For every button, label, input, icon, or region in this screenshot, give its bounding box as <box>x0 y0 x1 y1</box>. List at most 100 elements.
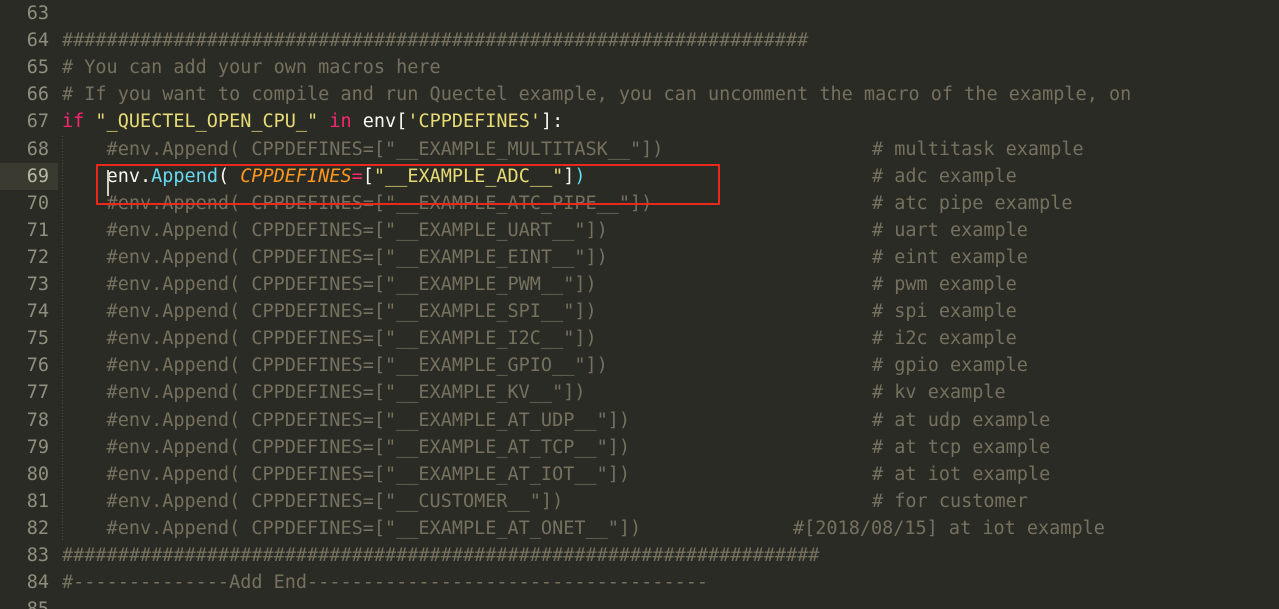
line-number: 82 <box>26 517 49 539</box>
code-token: "__EXAMPLE_ADC__" <box>373 165 564 187</box>
line-number: 78 <box>26 409 49 431</box>
code-editor[interactable]: 63 64 ####################################… <box>0 0 1279 609</box>
code-line[interactable]: 76 #env.Append( CPPDEFINES=["__EXAMPLE_G… <box>0 352 1279 380</box>
line-content[interactable]: ########################################… <box>62 27 808 54</box>
line-number: 69 <box>0 162 58 190</box>
code-line[interactable]: 71 #env.Append( CPPDEFINES=["__EXAMPLE_U… <box>0 216 1279 244</box>
line-content[interactable]: ########################################… <box>62 542 819 569</box>
code-token: #env.Append( CPPDEFINES=["__EXAMPLE_KV__… <box>62 382 586 404</box>
code-line[interactable]: 80 #env.Append( CPPDEFINES=["__EXAMPLE_A… <box>0 460 1279 488</box>
line-content[interactable]: if "_QUECTEL_OPEN_CPU_" in env['CPPDEFIN… <box>62 108 563 135</box>
line-content[interactable]: #env.Append( CPPDEFINES=["__CUSTOMER__"]… <box>62 488 564 515</box>
code-token: 'CPPDEFINES' <box>407 111 541 133</box>
text-caret <box>107 170 109 196</box>
line-content[interactable]: #--------------Add End------------------… <box>62 569 708 596</box>
code-token: "_QUECTEL_OPEN_CPU_" <box>95 111 319 133</box>
code-line[interactable]: 72 #env.Append( CPPDEFINES=["__EXAMPLE_E… <box>0 243 1279 271</box>
code-token: #env.Append( CPPDEFINES=["__EXAMPLE_GPIO… <box>62 355 608 377</box>
line-content[interactable]: #env.Append( CPPDEFINES=["__EXAMPLE_AT_T… <box>62 434 631 461</box>
line-number: 83 <box>26 545 49 566</box>
code-line[interactable]: 74 #env.Append( CPPDEFINES=["__EXAMPLE_S… <box>0 298 1279 326</box>
line-trailing-comment: # pwm example <box>872 274 1017 295</box>
code-token: ] <box>563 165 575 187</box>
code-line[interactable]: 63 <box>0 0 1279 27</box>
code-token: env[ <box>351 111 408 133</box>
line-content[interactable]: #env.Append( CPPDEFINES=["__EXAMPLE_KV__… <box>62 379 586 406</box>
line-trailing-comment: #[2018/08/15] at iot example <box>793 517 1105 539</box>
code-token: Append <box>151 165 218 187</box>
code-token: #env.Append( CPPDEFINES=["__EXAMPLE_ATC_… <box>62 192 653 214</box>
code-token: CPPDEFINES <box>240 165 352 187</box>
code-line[interactable]: 73 #env.Append( CPPDEFINES=["__EXAMPLE_P… <box>0 271 1279 299</box>
code-token: ) <box>574 165 586 187</box>
line-content[interactable]: #env.Append( CPPDEFINES=["__EXAMPLE_AT_I… <box>62 461 631 488</box>
code-token: #env.Append( CPPDEFINES=["__EXAMPLE_MULT… <box>62 138 664 160</box>
line-trailing-comment: # spi example <box>872 301 1017 323</box>
line-content[interactable]: #env.Append( CPPDEFINES=["__EXAMPLE_GPIO… <box>62 352 608 379</box>
line-content[interactable]: env.Append( CPPDEFINES=["__EXAMPLE_ADC__… <box>62 163 586 190</box>
line-content[interactable]: #env.Append( CPPDEFINES=["__EXAMPLE_AT_O… <box>62 515 642 542</box>
code-token: if <box>62 111 85 133</box>
code-line[interactable]: 85 <box>0 596 1279 609</box>
code-token: #env.Append( CPPDEFINES=["__EXAMPLE_UART… <box>62 219 608 241</box>
line-trailing-comment: # multitask example <box>872 138 1084 160</box>
line-trailing-comment: # kv example <box>872 382 1006 404</box>
line-content[interactable]: #env.Append( CPPDEFINES=["__EXAMPLE_SPI_… <box>62 298 597 325</box>
line-number: 66 <box>26 84 49 106</box>
line-content[interactable]: #env.Append( CPPDEFINES=["__EXAMPLE_MULT… <box>62 136 664 163</box>
code-line[interactable]: 79 #env.Append( CPPDEFINES=["__EXAMPLE_A… <box>0 433 1279 461</box>
code-line[interactable]: 68 #env.Append( CPPDEFINES=["__EXAMPLE_M… <box>0 135 1279 163</box>
line-trailing-comment: # eint example <box>872 246 1028 268</box>
line-trailing-comment: # at iot example <box>872 463 1051 485</box>
line-content[interactable]: #env.Append( CPPDEFINES=["__EXAMPLE_EINT… <box>62 244 608 271</box>
code-line[interactable]: 67 if "_QUECTEL_OPEN_CPU_" in env['CPPDEF… <box>0 108 1279 135</box>
line-content[interactable]: #env.Append( CPPDEFINES=["__EXAMPLE_PWM_… <box>62 271 597 298</box>
code-line[interactable]: 75 #env.Append( CPPDEFINES=["__EXAMPLE_I… <box>0 325 1279 353</box>
code-token: # You can add your own macros here <box>62 57 441 79</box>
code-line[interactable]: 83 ######################################… <box>0 542 1279 569</box>
line-number: 74 <box>26 301 49 323</box>
line-trailing-comment: # uart example <box>872 219 1028 241</box>
code-token: #env.Append( CPPDEFINES=["__EXAMPLE_I2C_… <box>62 328 597 350</box>
line-number: 63 <box>26 3 49 24</box>
line-number: 65 <box>26 57 49 79</box>
code-line[interactable]: 64 ######################################… <box>0 27 1279 54</box>
line-trailing-comment: # at tcp example <box>872 436 1051 458</box>
code-line[interactable]: 70 #env.Append( CPPDEFINES=["__EXAMPLE_A… <box>0 189 1279 217</box>
line-number: 73 <box>26 274 49 295</box>
line-trailing-comment: # adc example <box>872 165 1017 187</box>
code-token: #env.Append( CPPDEFINES=["__EXAMPLE_PWM_… <box>62 274 597 295</box>
line-trailing-comment: # gpio example <box>872 355 1028 377</box>
line-content[interactable]: #env.Append( CPPDEFINES=["__EXAMPLE_ATC_… <box>62 190 653 217</box>
code-token: #env.Append( CPPDEFINES=["__CUSTOMER__"]… <box>62 490 564 512</box>
code-token: ( <box>217 165 241 187</box>
code-token: #env.Append( CPPDEFINES=["__EXAMPLE_AT_O… <box>62 517 642 539</box>
code-line[interactable]: 84 #--------------Add End----------------… <box>0 569 1279 596</box>
line-number: 85 <box>0 596 58 609</box>
code-line[interactable]: 81 #env.Append( CPPDEFINES=["__CUSTOMER_… <box>0 487 1279 515</box>
line-content[interactable]: #env.Append( CPPDEFINES=["__EXAMPLE_UART… <box>62 217 608 244</box>
line-number: 67 <box>26 111 49 133</box>
code-line[interactable]: 69 env.Append( CPPDEFINES=["__EXAMPLE_AD… <box>0 162 1279 190</box>
code-line[interactable]: 65 # You can add your own macros here <box>0 54 1279 81</box>
line-number: 79 <box>26 436 49 458</box>
line-number: 64 <box>26 30 49 52</box>
code-token: ########################################… <box>62 30 809 52</box>
line-number: 81 <box>26 490 49 512</box>
code-token: #env.Append( CPPDEFINES=["__EXAMPLE_AT_U… <box>62 409 631 431</box>
line-number: 68 <box>26 138 49 160</box>
code-token: # If you want to compile and run Quectel… <box>62 84 1132 106</box>
line-trailing-comment: # at udp example <box>872 409 1051 431</box>
code-line[interactable]: 78 #env.Append( CPPDEFINES=["__EXAMPLE_A… <box>0 406 1279 434</box>
code-line[interactable]: 66 # If you want to compile and run Quect… <box>0 81 1279 108</box>
line-content[interactable]: # If you want to compile and run Quectel… <box>62 81 1131 108</box>
line-content[interactable]: # You can add your own macros here <box>62 54 441 81</box>
code-line[interactable]: 77 #env.Append( CPPDEFINES=["__EXAMPLE_K… <box>0 379 1279 407</box>
line-content[interactable]: #env.Append( CPPDEFINES=["__EXAMPLE_I2C_… <box>62 325 597 352</box>
line-number: 70 <box>26 192 49 214</box>
code-line[interactable]: 82 #env.Append( CPPDEFINES=["__EXAMPLE_A… <box>0 514 1279 542</box>
line-content[interactable]: #env.Append( CPPDEFINES=["__EXAMPLE_AT_U… <box>62 407 631 434</box>
